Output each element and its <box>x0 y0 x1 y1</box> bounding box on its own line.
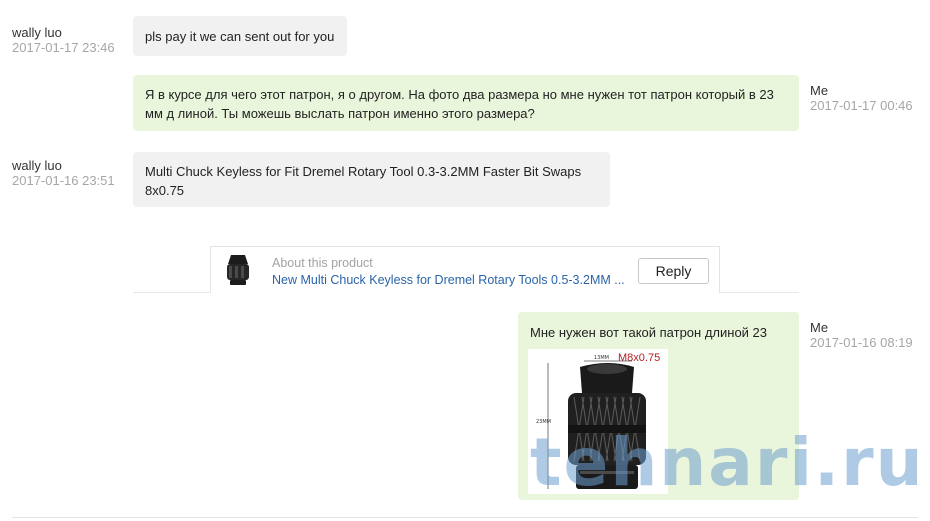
width-label: 13MM <box>594 355 609 361</box>
message-meta-me: Me 2017-01-17 00:46 <box>810 83 913 113</box>
message-bubble: Я в курсе для чего этот патрон, я о друг… <box>133 75 799 131</box>
message-meta-me: Me 2017-01-16 08:19 <box>810 320 913 350</box>
divider <box>12 517 918 518</box>
sender-name: Me <box>810 83 829 98</box>
message-timestamp: 2017-01-17 00:46 <box>810 98 913 113</box>
message-timestamp: 2017-01-17 23:46 <box>12 40 115 55</box>
product-thumbnail[interactable] <box>221 252 255 288</box>
thread-label: M8x0.75 <box>618 352 660 364</box>
message-bubble: Multi Chuck Keyless for Fit Dremel Rotar… <box>133 152 610 207</box>
product-caption: About this product <box>272 256 373 270</box>
product-card: About this product New Multi Chuck Keyle… <box>210 246 720 293</box>
product-link[interactable]: New Multi Chuck Keyless for Dremel Rotar… <box>272 273 625 287</box>
message-meta-sender: wally luo 2017-01-17 23:46 <box>12 25 115 55</box>
message-text: Multi Chuck Keyless for Fit Dremel Rotar… <box>145 164 582 198</box>
watermark: tehnari.ru <box>530 424 925 501</box>
sender-name: Me <box>810 320 829 335</box>
reply-button[interactable]: Reply <box>638 258 709 284</box>
sender-name: wally luo <box>12 158 62 173</box>
message-meta-sender: wally luo 2017-01-16 23:51 <box>12 158 115 188</box>
sender-name: wally luo <box>12 25 62 40</box>
message-text: pls pay it we can sent out for you <box>145 29 335 44</box>
message-text: Я в курсе для чего этот патрон, я о друг… <box>145 87 774 121</box>
message-timestamp: 2017-01-16 23:51 <box>12 173 115 188</box>
message-bubble: pls pay it we can sent out for you <box>133 16 347 56</box>
message-timestamp: 2017-01-16 08:19 <box>810 335 913 350</box>
